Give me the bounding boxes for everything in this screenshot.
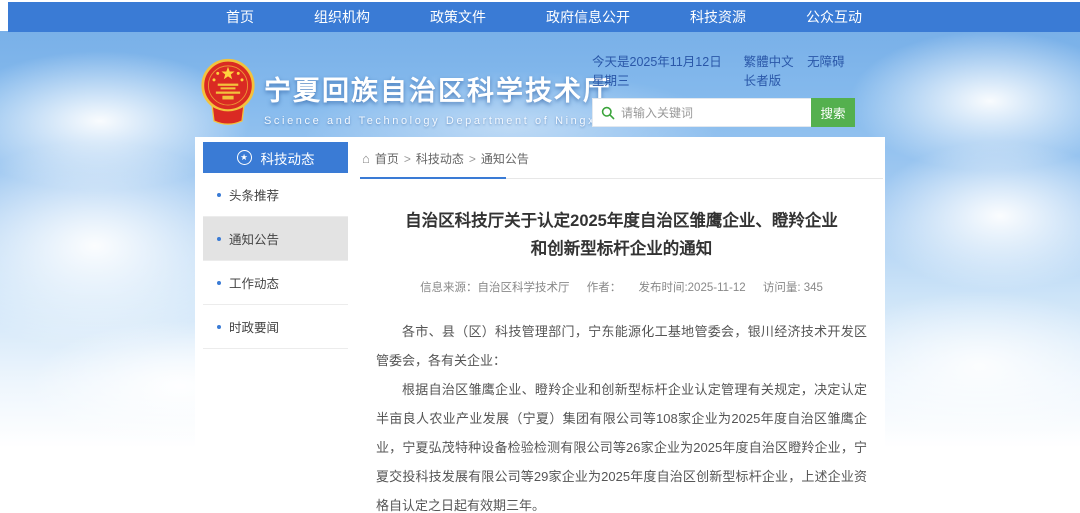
traditional-chinese-link[interactable]: 繁體中文 <box>744 55 794 69</box>
star-circle-icon: ★ <box>237 150 252 165</box>
bullet-dot-icon <box>217 237 221 241</box>
sidebar-item-label: 时政要闻 <box>229 317 279 336</box>
sidebar-item-label: 工作动态 <box>229 273 279 292</box>
article-meta: 信息来源：自治区科学技术厅 作者： 发布时间:2025-11-12 访问量: 3… <box>360 279 883 295</box>
bullet-dot-icon <box>217 281 221 285</box>
breadcrumb-separator: > <box>469 152 476 166</box>
article-title-line2: 和创新型标杆企业的通知 <box>378 235 865 263</box>
sidebar-item-notices[interactable]: 通知公告 <box>203 217 348 261</box>
breadcrumb-current: 通知公告 <box>481 150 529 167</box>
home-icon: ⌂ <box>362 152 370 165</box>
nav-item-home[interactable]: 首页 <box>226 7 254 27</box>
article-body: 各市、县（区）科技管理部门，宁东能源化工基地管委会，银川经济技术开发区管委会，各… <box>376 317 867 513</box>
article-paragraph: 各市、县（区）科技管理部门，宁东能源化工基地管委会，银川经济技术开发区管委会，各… <box>376 317 867 375</box>
breadcrumb-active-underline <box>360 177 506 179</box>
sidebar-item-label: 头条推荐 <box>229 185 279 204</box>
bullet-dot-icon <box>217 325 221 329</box>
page: 首页 组织机构 政策文件 政府信息公开 科技资源 公众互动 <box>0 0 1080 513</box>
site-title: 宁夏回族自治区科学技术厅 <box>264 69 612 108</box>
meta-source: 信息来源：自治区科学技术厅 <box>420 282 570 294</box>
sidebar-item-label: 通知公告 <box>229 229 279 248</box>
bullet-dot-icon <box>217 193 221 197</box>
sidebar: ★ 科技动态 头条推荐 通知公告 工作动态 时政要闻 <box>203 142 348 349</box>
nav-item-tech-resources[interactable]: 科技资源 <box>690 7 746 27</box>
site-subtitle: Science and Technology Department of Nin… <box>264 115 612 127</box>
meta-author: 作者： <box>587 282 622 294</box>
sidebar-item-political-news[interactable]: 时政要闻 <box>203 305 348 349</box>
search-button[interactable]: 搜索 <box>811 98 855 127</box>
meta-visit-count: 访问量: 345 <box>763 282 823 294</box>
search-input[interactable] <box>621 106 811 120</box>
nav-item-policy-documents[interactable]: 政策文件 <box>430 7 486 27</box>
site-header: 宁夏回族自治区科学技术厅 Science and Technology Depa… <box>0 31 1080 137</box>
sidebar-header-label: 科技动态 <box>261 148 315 168</box>
article-title-line1: 自治区科技厅关于认定2025年度自治区雏鹰企业、瞪羚企业 <box>378 207 865 235</box>
top-nav: 首页 组织机构 政策文件 政府信息公开 科技资源 公众互动 <box>8 2 1080 32</box>
sidebar-item-headlines[interactable]: 头条推荐 <box>203 173 348 217</box>
article-title: 自治区科技厅关于认定2025年度自治区雏鹰企业、瞪羚企业 和创新型标杆企业的通知 <box>378 207 865 263</box>
nav-item-organization[interactable]: 组织机构 <box>314 7 370 27</box>
breadcrumb-home[interactable]: 首页 <box>375 150 399 167</box>
breadcrumb: ⌂ 首页 > 科技动态 > 通知公告 <box>360 137 883 179</box>
sidebar-header-tech-news[interactable]: ★ 科技动态 <box>203 142 348 173</box>
nav-item-gov-info-disclosure[interactable]: 政府信息公开 <box>546 7 630 27</box>
current-date: 今天是2025年11月12日 星期三 <box>592 51 734 89</box>
nav-item-public-interaction[interactable]: 公众互动 <box>806 7 862 27</box>
national-emblem-logo <box>200 57 256 127</box>
breadcrumb-separator: > <box>404 152 411 166</box>
quick-links: 繁體中文 无障碍 长者版 <box>734 51 868 89</box>
sidebar-item-work-updates[interactable]: 工作动态 <box>203 261 348 305</box>
content-wrapper: ★ 科技动态 头条推荐 通知公告 工作动态 时政要闻 ⌂ <box>195 137 885 513</box>
meta-publish-time: 发布时间:2025-11-12 <box>638 282 745 294</box>
breadcrumb-tech-news[interactable]: 科技动态 <box>416 150 464 167</box>
accessibility-link[interactable]: 无障碍 <box>807 55 845 69</box>
search-icon <box>601 106 615 120</box>
cloud <box>870 141 1080 291</box>
article-paragraph: 根据自治区雏鹰企业、瞪羚企业和创新型标杆企业认定管理有关规定，决定认定半亩良人农… <box>376 375 867 513</box>
search-bar: 搜索 <box>592 98 855 127</box>
elder-version-link[interactable]: 长者版 <box>744 74 782 88</box>
article-area: ⌂ 首页 > 科技动态 > 通知公告 自治区科技厅关于认定2025年度自治区雏鹰… <box>360 137 883 513</box>
